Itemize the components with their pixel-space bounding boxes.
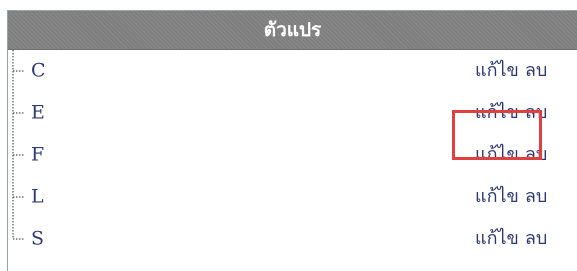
tree-branch-icon [11,134,25,176]
delete-link[interactable]: ลบ [525,186,547,207]
delete-link[interactable]: ลบ [525,228,547,249]
row-actions: แก้ไข ลบ [475,62,547,80]
tree-branch-icon [11,50,25,92]
variable-row-f: F แก้ไข ลบ [8,134,577,176]
tree-branch-icon [11,92,25,134]
row-actions: แก้ไข ลบ [475,188,547,206]
variable-name: E [31,101,45,124]
row-actions: แก้ไข ลบ [475,146,547,164]
variable-row-l: L แก้ไข ลบ [8,176,577,218]
variables-panel: ตัวแปร C แก้ไข ลบ E แก้ไข ลบ F แก้ไข ลบ … [7,10,577,271]
edit-link[interactable]: แก้ไข [475,186,519,207]
variable-row-c: C แก้ไข ลบ [8,50,577,92]
edit-link[interactable]: แก้ไข [475,102,519,123]
variable-row-e: E แก้ไข ลบ [8,92,577,134]
variable-name: L [31,185,44,208]
edit-link[interactable]: แก้ไข [475,228,519,249]
edit-link[interactable]: แก้ไข [475,144,519,165]
tree-branch-icon [11,176,25,218]
panel-title: ตัวแปร [263,19,322,41]
variable-row-s: S แก้ไข ลบ [8,218,577,260]
row-actions: แก้ไข ลบ [475,104,547,122]
delete-link[interactable]: ลบ [525,144,547,165]
variable-name: F [31,143,45,166]
edit-link[interactable]: แก้ไข [475,60,519,81]
variable-list: C แก้ไข ลบ E แก้ไข ลบ F แก้ไข ลบ L แก้ไข… [8,50,577,260]
panel-header: ตัวแปร [8,11,577,50]
delete-link[interactable]: ลบ [525,102,547,123]
delete-link[interactable]: ลบ [525,60,547,81]
row-actions: แก้ไข ลบ [475,230,547,248]
tree-end-icon [11,218,25,260]
variable-name: S [31,227,45,250]
variable-name: C [31,59,46,82]
